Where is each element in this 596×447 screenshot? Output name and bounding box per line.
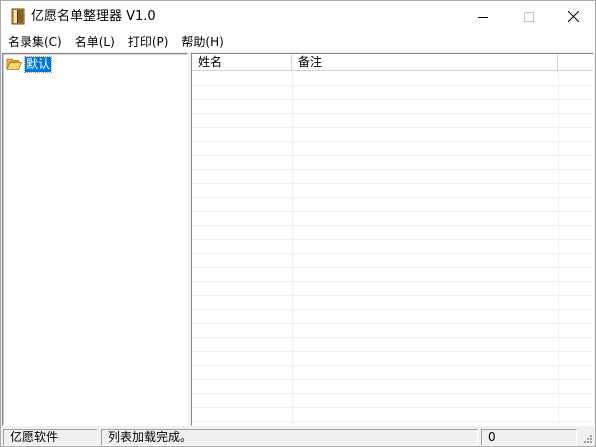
column-divider <box>558 72 559 425</box>
column-header-filler <box>558 54 593 71</box>
menu-print[interactable]: 打印(P) <box>121 32 175 52</box>
column-header-name[interactable]: 姓名 <box>192 54 292 71</box>
maximize-icon <box>524 11 534 22</box>
status-bar: 亿愿软件 列表加载完成。 0 <box>1 427 595 446</box>
minimize-icon <box>478 16 488 18</box>
menu-help[interactable]: 帮助(H) <box>174 32 229 52</box>
window-title: 亿愿名单整理器 V1.0 <box>31 9 156 24</box>
name-list[interactable]: 姓名 备注 <box>191 53 594 426</box>
status-count: 0 <box>481 429 577 446</box>
menu-collection[interactable]: 名录集(C) <box>1 32 68 52</box>
resize-grip-icon[interactable] <box>581 432 593 444</box>
open-folder-icon <box>6 58 22 70</box>
minimize-button[interactable] <box>460 1 506 32</box>
status-company: 亿愿软件 <box>3 429 98 446</box>
app-window: 亿愿名单整理器 V1.0 名录集(C) 名单(L) 打印(P) 帮助(H) 默认 <box>0 0 596 447</box>
maximize-button[interactable] <box>506 1 552 32</box>
column-divider <box>292 72 293 425</box>
status-message: 列表加载完成。 <box>101 429 478 446</box>
close-icon <box>567 11 579 22</box>
title-bar[interactable]: 亿愿名单整理器 V1.0 <box>1 1 595 32</box>
menu-bar: 名录集(C) 名单(L) 打印(P) 帮助(H) <box>1 32 595 52</box>
tree-node-default[interactable]: 默认 <box>6 55 53 73</box>
close-button[interactable] <box>550 1 596 32</box>
client-area: 默认 姓名 备注 <box>1 52 595 427</box>
tree-node-label: 默认 <box>23 55 53 73</box>
column-header-note[interactable]: 备注 <box>292 54 558 71</box>
book-icon <box>11 8 25 25</box>
collection-tree[interactable]: 默认 <box>2 53 188 426</box>
list-header: 姓名 备注 <box>192 54 593 71</box>
list-gridlines <box>192 72 593 425</box>
menu-list[interactable]: 名单(L) <box>68 32 121 52</box>
